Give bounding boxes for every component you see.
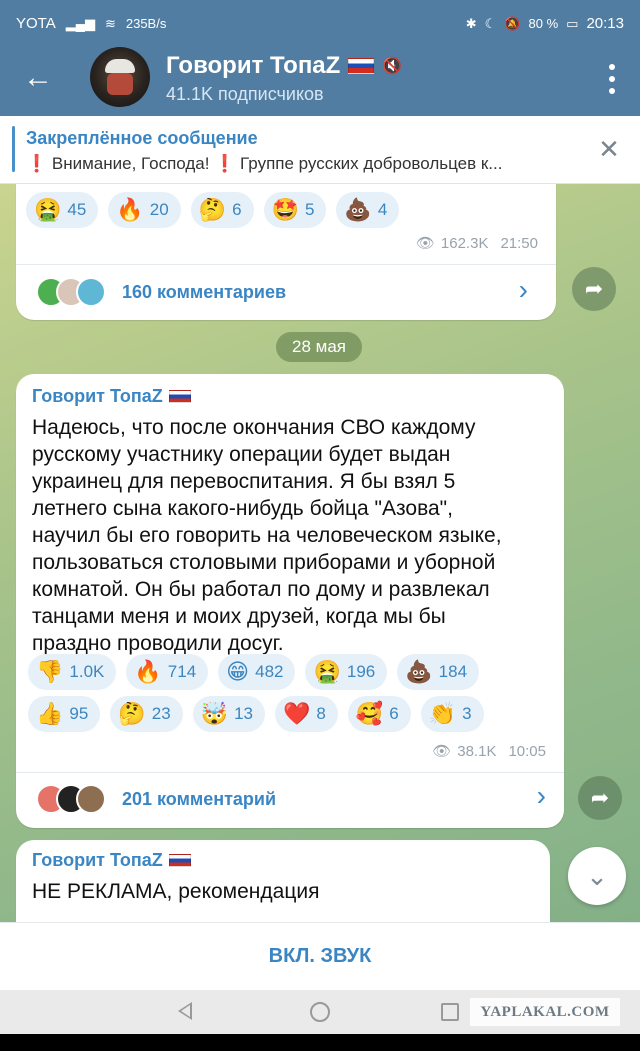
- share-icon[interactable]: ➦: [578, 776, 622, 820]
- clock: 20:13: [586, 15, 624, 32]
- nav-recent-icon[interactable]: [441, 1003, 459, 1021]
- status-bar: YOTA ▂▄▆ ≋ 235B/s ✱ ☾ 🔕 80 % ▭ 20:13: [0, 0, 640, 44]
- battery-level: 80 %: [528, 16, 559, 31]
- channel-header: ← Говорит ТопаZ 🔇 41.1K подписчиков: [0, 44, 640, 116]
- channel-title[interactable]: Говорит ТопаZ 🔇: [166, 52, 402, 80]
- message-time: 21:50: [500, 234, 538, 252]
- avatar: [76, 784, 106, 814]
- reaction-chip[interactable]: 🤯 13: [192, 696, 265, 732]
- message-bubble[interactable]: Говорит ТопаZ НЕ РЕКЛАМА, рекомендация: [16, 840, 550, 922]
- pinned-title: Закреплённое сообщение: [26, 128, 258, 148]
- reaction-chip[interactable]: 🤔 23: [110, 696, 183, 732]
- share-icon[interactable]: ➦: [572, 267, 616, 311]
- eye-icon: 👁: [415, 235, 435, 252]
- reaction-chip[interactable]: ❤️ 8: [274, 696, 338, 732]
- comments-count: 160 комментариев: [122, 281, 287, 302]
- comments-link[interactable]: 201 комментарий: [36, 784, 276, 814]
- reaction-chip[interactable]: 💩 184: [397, 654, 480, 690]
- nav-back-icon[interactable]: [178, 1002, 192, 1020]
- chevron-right-icon: ›: [518, 274, 528, 305]
- signal-icon: ▂▄▆: [65, 15, 95, 31]
- muted-icon: 🔇: [382, 58, 403, 75]
- system-nav-bar: YAPLAKAL.COM: [0, 990, 640, 1034]
- reaction-chip[interactable]: 😁 482: [218, 654, 296, 690]
- russia-flag-icon: [168, 854, 191, 867]
- reaction-chip[interactable]: 💩 4: [336, 192, 400, 228]
- arrow-left-icon: ←: [23, 61, 53, 94]
- message-text: НЕ РЕКЛАМА, рекомендация: [32, 880, 320, 903]
- silent-icon: 🔕: [504, 15, 521, 31]
- reaction-chip[interactable]: 🔥 20: [108, 192, 181, 228]
- date-separator: 28 мая: [276, 332, 362, 362]
- more-vertical-icon[interactable]: [606, 64, 618, 94]
- comments-count: 201 комментарий: [122, 788, 277, 809]
- pinned-indicator: [12, 126, 15, 172]
- message-bubble[interactable]: Говорит ТопаZ Надеюсь, что после окончан…: [16, 374, 564, 828]
- reaction-chip[interactable]: 👍 95: [28, 696, 101, 732]
- chat-area[interactable]: 🤮 45 🔥 20 🤔 6 🤩 5 💩 4 👁 162.3K 21:50 160 комм…: [0, 184, 640, 922]
- bottom-bar: ВКЛ. ЗВУК: [0, 922, 640, 990]
- view-count: 162.3K: [440, 234, 489, 252]
- nav-home-icon[interactable]: [310, 1002, 330, 1022]
- reaction-chip[interactable]: 🤮 196: [305, 654, 388, 690]
- view-count: 38.1K: [457, 742, 497, 760]
- message-author[interactable]: Говорит ТопаZ: [32, 386, 191, 407]
- battery-icon: ▭: [566, 15, 579, 31]
- pinned-text: ❗ Внимание, Господа! ❗ Группе русских до…: [26, 154, 503, 173]
- message-meta: 👁 162.3K 21:50: [415, 234, 538, 253]
- subscriber-count: 41.1K подписчиков: [166, 84, 324, 104]
- watermark: YAPLAKAL.COM: [470, 998, 620, 1026]
- close-icon[interactable]: ✕: [596, 136, 622, 162]
- message-author[interactable]: Говорит ТопаZ: [32, 850, 191, 871]
- reaction-chip[interactable]: 🔥 714: [126, 654, 209, 690]
- reaction-chip[interactable]: 🤔 6: [190, 192, 254, 228]
- unmute-button[interactable]: ВКЛ. ЗВУК: [269, 945, 372, 968]
- reaction-chip[interactable]: 👎 1.0K: [28, 654, 117, 690]
- reaction-chip[interactable]: 🥰 6: [347, 696, 411, 732]
- avatar: [76, 277, 106, 307]
- wifi-icon: ≋: [104, 15, 116, 31]
- russia-flag-icon: [168, 390, 191, 403]
- eye-icon: 👁: [432, 743, 452, 760]
- chevron-down-icon[interactable]: ⌄: [568, 847, 626, 905]
- bluetooth-icon: ✱: [465, 15, 477, 31]
- channel-name: Говорит ТопаZ: [166, 52, 341, 79]
- back-button[interactable]: ←: [20, 60, 56, 96]
- chevron-right-icon: ›: [536, 780, 546, 811]
- message-text: Надеюсь, что после окончания СВО каждому…: [32, 416, 502, 655]
- message-bubble[interactable]: 🤮 45 🔥 20 🤔 6 🤩 5 💩 4 👁 162.3K 21:50 160 комм…: [16, 184, 556, 320]
- reactions: 👎 1.0K 🔥 714 😁 482 🤮 196 💩 184 👍 95 🤔 23 🤯 13 ❤️…: [28, 654, 548, 732]
- reactions: 🤮 45 🔥 20 🤔 6 🤩 5 💩 4: [26, 192, 546, 228]
- russia-flag-icon: [348, 58, 375, 74]
- reaction-chip[interactable]: 🤮 45: [26, 192, 99, 228]
- channel-avatar[interactable]: [90, 47, 150, 107]
- pinned-message[interactable]: Закреплённое сообщение ❗ Внимание, Госпо…: [0, 116, 640, 184]
- reaction-chip[interactable]: 🤩 5: [263, 192, 327, 228]
- message-time: 10:05: [508, 742, 546, 760]
- carrier-label: YOTA: [16, 15, 56, 32]
- network-speed: 235B/s: [125, 16, 167, 31]
- reaction-chip[interactable]: 👏 3: [420, 696, 484, 732]
- message-meta: 👁 38.1K 10:05: [432, 742, 546, 761]
- moon-icon: ☾: [484, 15, 497, 31]
- comments-link[interactable]: 160 комментариев: [36, 277, 286, 307]
